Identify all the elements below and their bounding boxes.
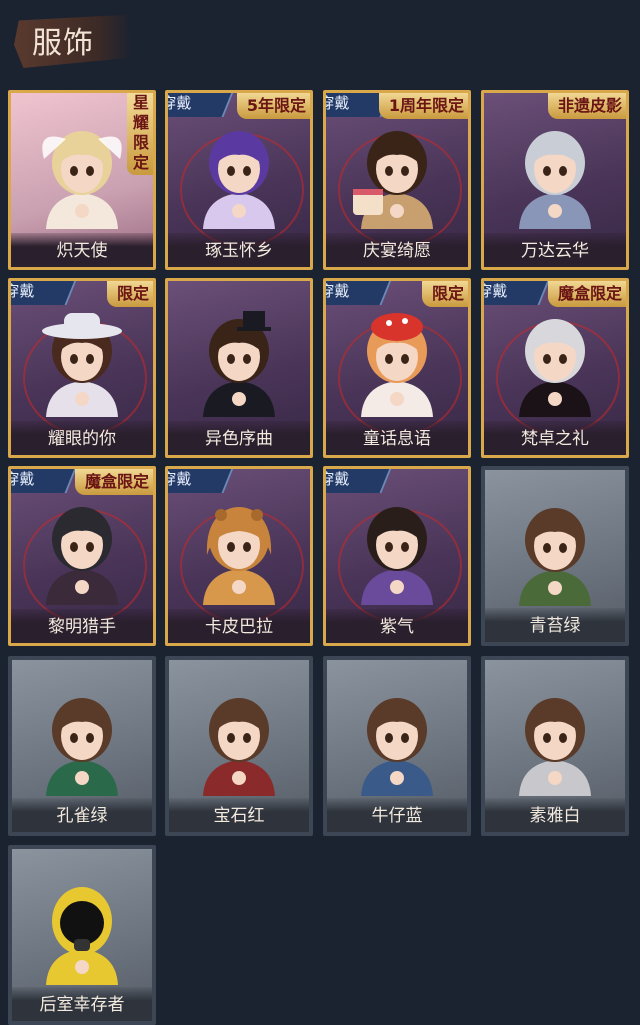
costume-card[interactable]: 穿戴 紫气	[323, 466, 471, 646]
costume-card[interactable]: 穿戴 5年限定琢玉怀乡	[165, 90, 313, 270]
angel-icon	[42, 131, 122, 229]
cowboy-hat-icon	[42, 313, 122, 417]
costume-card[interactable]: 后室幸存者	[8, 845, 156, 1025]
costume-grid: 星耀限定 炽天使 穿戴 5年限定 琢玉怀乡 穿戴 1周年限定 庆宴绮愿 非遗皮影 万达云华 穿戴 限定…	[0, 0, 640, 1025]
wearing-badge: 穿戴	[8, 281, 78, 305]
wearing-badge-label: 穿戴	[323, 94, 350, 112]
costume-name: 宝石红	[169, 798, 309, 832]
portrait-icon	[519, 698, 591, 796]
costume-card[interactable]: 素雅白	[481, 656, 629, 836]
limited-tag: 限定	[421, 281, 468, 307]
costume-name: 青苔绿	[485, 608, 625, 642]
portrait-icon	[519, 319, 591, 417]
costume-card[interactable]: 非遗皮影万达云华	[481, 90, 629, 270]
costume-card[interactable]: 牛仔蓝	[323, 656, 471, 836]
costume-card[interactable]: 穿戴 魔盒限定黎明猎手	[8, 466, 156, 646]
wearing-badge: 穿戴	[481, 281, 550, 305]
costume-card[interactable]: 宝石红	[165, 656, 313, 836]
portrait-icon	[361, 698, 433, 796]
wearing-badge: 穿戴	[165, 469, 234, 493]
costume-name: 万达云华	[484, 233, 626, 267]
wearing-badge-label: 穿戴	[165, 470, 192, 488]
costume-name: 梵卓之礼	[484, 421, 626, 455]
costume-name: 卡皮巴拉	[168, 609, 310, 643]
limited-tag: 魔盒限定	[74, 469, 153, 495]
costume-card[interactable]: 异色序曲	[165, 278, 313, 458]
mushroom-hat-icon	[361, 313, 433, 417]
costume-name: 童话息语	[326, 421, 468, 455]
wearing-badge-label: 穿戴	[323, 282, 350, 300]
portrait-icon	[361, 507, 433, 605]
portrait-icon	[519, 508, 591, 606]
limited-tag: 1周年限定	[378, 93, 468, 119]
costume-name: 后室幸存者	[12, 987, 152, 1021]
wearing-badge-label: 穿戴	[323, 470, 350, 488]
limited-tag: 星耀限定	[127, 93, 153, 175]
capybara-hood-icon	[203, 507, 275, 605]
limited-tag: 限定	[106, 281, 153, 307]
costume-name: 庆宴绮愿	[326, 233, 468, 267]
costume-card[interactable]: 孔雀绿	[8, 656, 156, 836]
costume-name: 孔雀绿	[12, 798, 152, 832]
limited-tag: 非遗皮影	[547, 93, 626, 119]
limited-tag: 魔盒限定	[547, 281, 626, 307]
portrait-icon	[203, 698, 275, 796]
costume-name: 琢玉怀乡	[168, 233, 310, 267]
wearing-badge: 穿戴	[323, 469, 392, 493]
wearing-badge: 穿戴	[8, 469, 78, 493]
costume-card[interactable]: 穿戴 魔盒限定梵卓之礼	[481, 278, 629, 458]
wearing-badge: 穿戴	[165, 93, 234, 117]
costume-name: 素雅白	[485, 798, 625, 832]
costume-name: 牛仔蓝	[327, 798, 467, 832]
portrait-icon	[46, 698, 118, 796]
top-hat-icon	[203, 311, 275, 417]
portrait-icon	[203, 131, 275, 229]
hazmat-suit-icon	[46, 887, 118, 985]
costume-name: 耀眼的你	[11, 421, 153, 455]
costume-name: 黎明猎手	[11, 609, 153, 643]
costume-name: 紫气	[326, 609, 468, 643]
limited-tag: 5年限定	[236, 93, 310, 119]
costume-name: 异色序曲	[168, 421, 310, 455]
cake-icon	[353, 131, 433, 229]
costume-card[interactable]: 青苔绿	[481, 466, 629, 646]
wearing-badge-label: 穿戴	[8, 470, 35, 488]
costume-card[interactable]: 穿戴 1周年限定庆宴绮愿	[323, 90, 471, 270]
wearing-badge: 穿戴	[323, 281, 392, 305]
costume-card[interactable]: 穿戴 限定童话息语	[323, 278, 471, 458]
costume-card[interactable]: 穿戴 卡皮巴拉	[165, 466, 313, 646]
costume-name: 炽天使	[11, 233, 153, 267]
portrait-icon	[519, 131, 591, 229]
wearing-badge-label: 穿戴	[165, 94, 192, 112]
portrait-icon	[46, 507, 118, 605]
wearing-badge-label: 穿戴	[8, 282, 35, 300]
costume-card[interactable]: 星耀限定炽天使	[8, 90, 156, 270]
wearing-badge-label: 穿戴	[481, 282, 508, 300]
costume-card[interactable]: 穿戴 限定耀眼的你	[8, 278, 156, 458]
